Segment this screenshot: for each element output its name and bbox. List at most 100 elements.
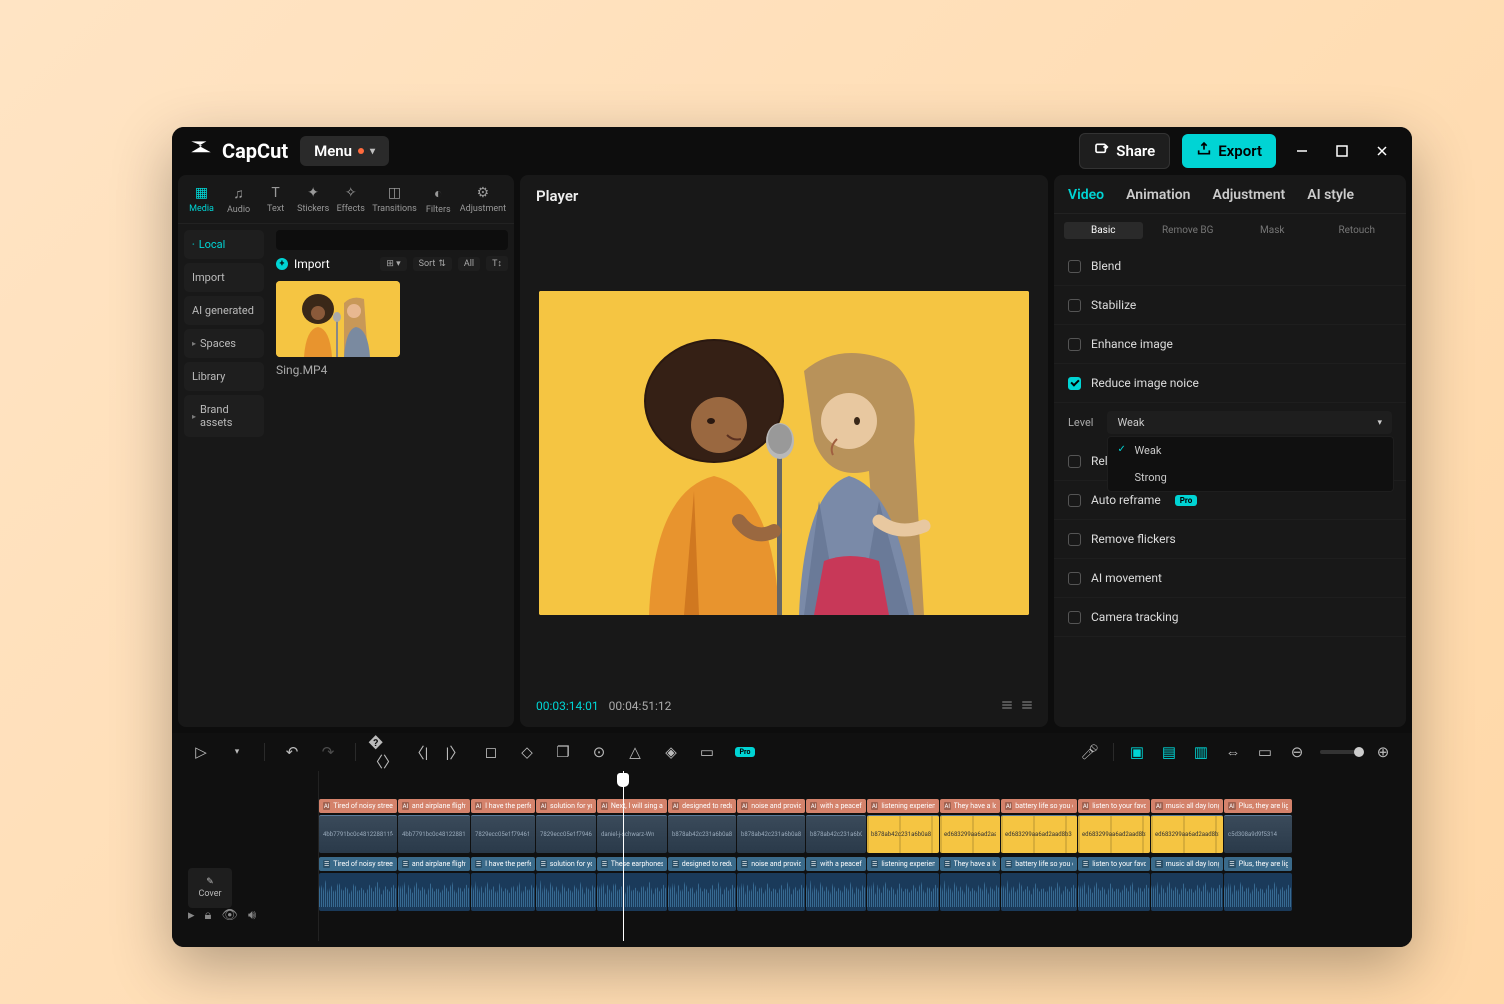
inspector-tab-animation[interactable]: Animation	[1126, 187, 1190, 203]
sidebar-item-spaces[interactable]: ▸Spaces	[184, 329, 264, 358]
checkbox[interactable]	[1068, 338, 1081, 351]
caption-clip[interactable]: AImusic all day long	[1151, 799, 1223, 813]
caption-clip[interactable]: AITired of noisy streets	[319, 799, 397, 813]
subtitle-clip[interactable]: ☰listening experienc	[867, 857, 939, 871]
subtitle-clip[interactable]: ☰They have a long	[940, 857, 1000, 871]
video-clip[interactable]: ed683299aa6ad2aad8b3	[1151, 815, 1223, 853]
checkbox[interactable]	[1068, 377, 1081, 390]
subtitle-clip[interactable]: ☰I have the perfec	[471, 857, 535, 871]
audio-clip[interactable]	[1078, 873, 1150, 911]
property-reduce-image-noice[interactable]: Reduce image noice	[1054, 364, 1406, 403]
thumbnail-toggle-icon[interactable]: ▭	[1256, 743, 1274, 761]
subtitle-clip[interactable]: ☰with a peaceful	[806, 857, 866, 871]
video-clip[interactable]: c5d308a9d9f5314	[1224, 815, 1292, 853]
sidebar-item-local[interactable]: •Local	[184, 230, 264, 259]
subtitle-clip[interactable]: ☰noise and provide	[737, 857, 805, 871]
caption-clip[interactable]: AIdesigned to reduc	[668, 799, 736, 813]
inspector-subtab-retouch[interactable]: Retouch	[1318, 222, 1397, 239]
share-button[interactable]: Share	[1079, 133, 1170, 169]
audio-clip[interactable]	[940, 873, 1000, 911]
audio-clip[interactable]	[1224, 873, 1292, 911]
video-clip[interactable]: b878ab42c231a6b0a8	[737, 815, 805, 853]
video-clip[interactable]: 7829ecc05e1f79461	[536, 815, 596, 853]
mirror-icon[interactable]: △	[626, 743, 644, 761]
sidebar-item-ai-generated[interactable]: AI generated	[184, 296, 264, 325]
pointer-tool-icon[interactable]: ▷	[192, 743, 210, 761]
media-search[interactable]	[276, 230, 508, 250]
caption-clip[interactable]: AIPlus, they are lig	[1224, 799, 1292, 813]
export-button[interactable]: Export	[1182, 134, 1276, 168]
text-size-toggle[interactable]: T↕	[486, 256, 508, 271]
subtitle-clip[interactable]: ☰Plus, they are lig	[1224, 857, 1292, 871]
reframe-icon[interactable]: ▭	[698, 743, 716, 761]
property-blend[interactable]: Blend	[1054, 247, 1406, 286]
trim-right-icon[interactable]: |〉	[446, 743, 464, 761]
caption-clip[interactable]: AIlistening experienc	[867, 799, 939, 813]
property-ai-movement[interactable]: AI movement	[1054, 559, 1406, 598]
media-tab-stickers[interactable]: ✦Stickers	[295, 181, 331, 223]
inspector-tab-video[interactable]: Video	[1068, 187, 1104, 203]
audio-clip[interactable]	[806, 873, 866, 911]
subtitle-clip[interactable]: ☰solution for you.	[536, 857, 596, 871]
video-clip[interactable]: 7829ecc05e1f79461	[471, 815, 535, 853]
subtitle-clip[interactable]: ☰music all day long	[1151, 857, 1223, 871]
cover-button[interactable]: ✎ Cover	[188, 868, 232, 908]
rotate-icon[interactable]: ◈	[662, 743, 680, 761]
sort-button[interactable]: Sort ⇅	[413, 257, 452, 271]
timeline-tracks[interactable]: AITired of noisy streetsAIand airplane f…	[318, 771, 1406, 941]
magnet-snap-icon[interactable]: ▤	[1160, 743, 1178, 761]
duplicate-icon[interactable]: ❐	[554, 743, 572, 761]
checkbox[interactable]	[1068, 455, 1081, 468]
checkbox[interactable]	[1068, 572, 1081, 585]
player-view-icon-a[interactable]	[1002, 701, 1012, 711]
media-thumbnail[interactable]	[276, 281, 400, 357]
caption-clip[interactable]: AIThey have a long	[940, 799, 1000, 813]
subtitle-clip[interactable]: ☰Tired of noisy streets	[319, 857, 397, 871]
track-mute-icon[interactable]: 🔊︎	[248, 908, 256, 923]
media-tab-adjustment[interactable]: ⚙Adjustment	[458, 181, 508, 223]
video-clip[interactable]: ed683299aa6ad2aad8b3	[940, 815, 1000, 853]
video-clip[interactable]: b878ab42c231a6b0a8	[668, 815, 736, 853]
property-camera-tracking[interactable]: Camera tracking	[1054, 598, 1406, 637]
video-clip[interactable]: 4bb7791bc0c481228811f4	[319, 815, 397, 853]
audio-clip[interactable]	[737, 873, 805, 911]
video-clip[interactable]: ed683299aa6ad2aad8b3	[1078, 815, 1150, 853]
audio-clip[interactable]	[668, 873, 736, 911]
caption-clip[interactable]: AIbattery life so you ca	[1001, 799, 1077, 813]
caption-clip[interactable]: AIsolution for you	[536, 799, 596, 813]
caption-clip[interactable]: AIlisten to your favori	[1078, 799, 1150, 813]
video-clip[interactable]: daniel-j-schwarz-Wn	[597, 815, 667, 853]
marker-icon[interactable]: ◇	[518, 743, 536, 761]
window-close[interactable]	[1368, 137, 1396, 165]
subtitle-clip[interactable]: ☰and airplane flights?	[398, 857, 470, 871]
video-clip[interactable]: ed683299aa6ad2aad8b3	[1001, 815, 1077, 853]
inspector-subtab-remove-bg[interactable]: Remove BG	[1149, 222, 1228, 239]
window-maximize[interactable]	[1328, 137, 1356, 165]
caption-clip[interactable]: AINext, I will sing a so	[597, 799, 667, 813]
mic-icon[interactable]: 🎤︎	[1081, 743, 1099, 761]
trim-left-icon[interactable]: 〈|	[410, 743, 428, 761]
audio-clip[interactable]	[1151, 873, 1223, 911]
preview-icon[interactable]: ⊙	[590, 743, 608, 761]
inspector-tab-ai-style[interactable]: AI style	[1307, 187, 1354, 203]
checkbox[interactable]	[1068, 260, 1081, 273]
audio-clip[interactable]	[319, 873, 397, 911]
redo-icon[interactable]: ↷	[319, 743, 337, 761]
level-option-strong[interactable]: Strong	[1108, 464, 1393, 491]
import-button[interactable]: + Import	[276, 257, 330, 271]
undo-icon[interactable]: ↶	[283, 743, 301, 761]
inspector-tab-adjustment[interactable]: Adjustment	[1212, 187, 1285, 203]
zoom-out-icon[interactable]: ⊖	[1288, 743, 1306, 761]
media-tab-filters[interactable]: ◐Filters	[421, 181, 456, 223]
audio-clip[interactable]	[597, 873, 667, 911]
pro-tool-icon[interactable]: Pro	[734, 743, 752, 761]
window-minimize[interactable]	[1288, 137, 1316, 165]
checkbox[interactable]	[1068, 299, 1081, 312]
audio-clip[interactable]	[1001, 873, 1077, 911]
checkbox[interactable]	[1068, 611, 1081, 624]
audio-clip[interactable]	[867, 873, 939, 911]
subtitle-clip[interactable]: ☰designed to reduce	[668, 857, 736, 871]
sidebar-item-import[interactable]: Import	[184, 263, 264, 292]
media-tab-media[interactable]: ▦Media	[184, 181, 219, 223]
subtitle-clip[interactable]: ☰battery life so you ca	[1001, 857, 1077, 871]
